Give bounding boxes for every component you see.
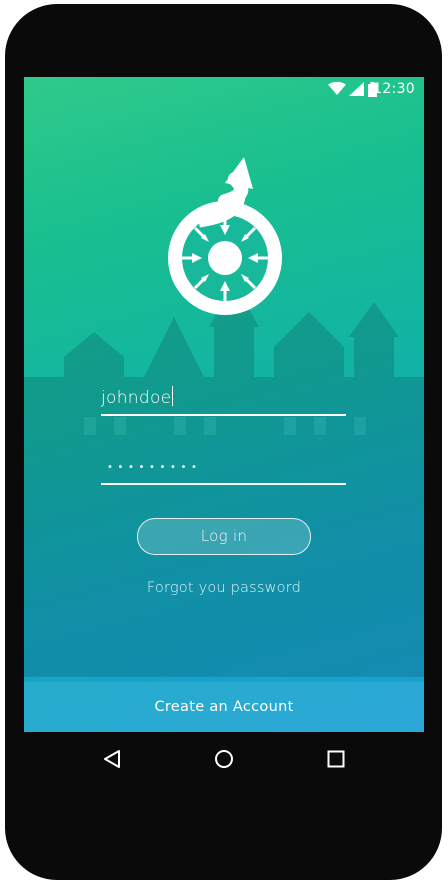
wifi-icon: [328, 82, 346, 95]
password-mask: •••••••••: [107, 462, 202, 473]
volume-button: [5, 172, 13, 310]
back-icon[interactable]: [99, 746, 125, 772]
status-time: 12:30: [373, 81, 415, 97]
login-button[interactable]: Log in: [137, 518, 311, 555]
create-account-label: Create an Account: [154, 699, 294, 715]
wikimedia-commons-logo: [168, 157, 282, 315]
text-cursor: [172, 386, 174, 406]
status-bar: 12:30: [24, 77, 424, 101]
forgot-password-link[interactable]: Forgot you password: [24, 580, 424, 596]
password-field[interactable]: •••••••••: [101, 451, 346, 485]
android-nav-bar: [24, 732, 424, 786]
username-value: johndoe: [101, 386, 174, 408]
recents-icon[interactable]: [323, 746, 349, 772]
home-icon[interactable]: [211, 746, 237, 772]
app-screen: 12:30 johndoe ••••••••• Log in Forgot yo…: [24, 77, 424, 732]
username-field[interactable]: johndoe: [101, 382, 346, 416]
create-account-button[interactable]: Create an Account: [24, 682, 424, 732]
signal-icon: [349, 82, 364, 96]
power-button: [434, 110, 442, 168]
